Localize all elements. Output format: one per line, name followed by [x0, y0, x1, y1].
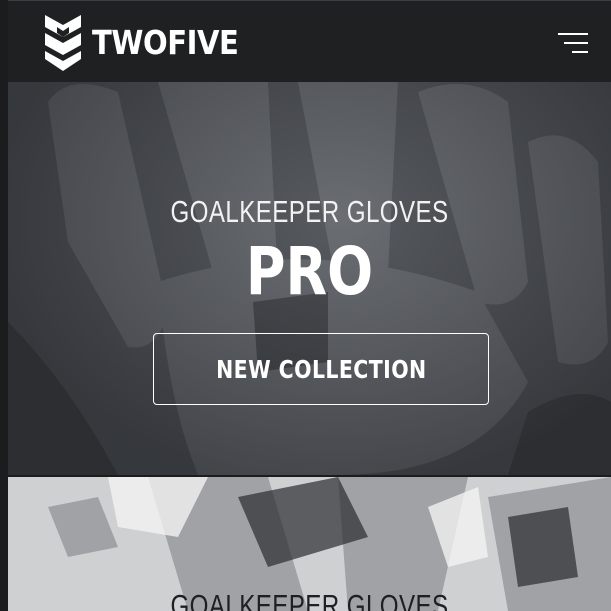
hero-title: PRO — [245, 233, 374, 310]
site-header: TWOFIVE — [8, 0, 611, 82]
page: TWOFIVE GOALKEEPER GLOVES PRO NEW COLLEC… — [8, 0, 611, 611]
brand-name[interactable]: TWOFIVE — [92, 23, 239, 63]
menu-line — [572, 51, 588, 53]
menu-line — [564, 42, 588, 44]
hero-subtitle: GOALKEEPER GLOVES — [170, 194, 449, 229]
second-banner: GOALKEEPER GLOVES — [8, 477, 611, 611]
second-banner-subtitle: GOALKEEPER GLOVES — [170, 588, 449, 611]
new-collection-button[interactable]: NEW COLLECTION — [153, 333, 489, 405]
menu-line — [558, 33, 588, 35]
hero-banner: GOALKEEPER GLOVES PRO NEW COLLECTION — [8, 82, 611, 475]
new-collection-button-label: NEW COLLECTION — [215, 354, 427, 384]
hamburger-menu-icon[interactable] — [554, 31, 588, 55]
twofive-logo-icon[interactable] — [43, 13, 83, 73]
